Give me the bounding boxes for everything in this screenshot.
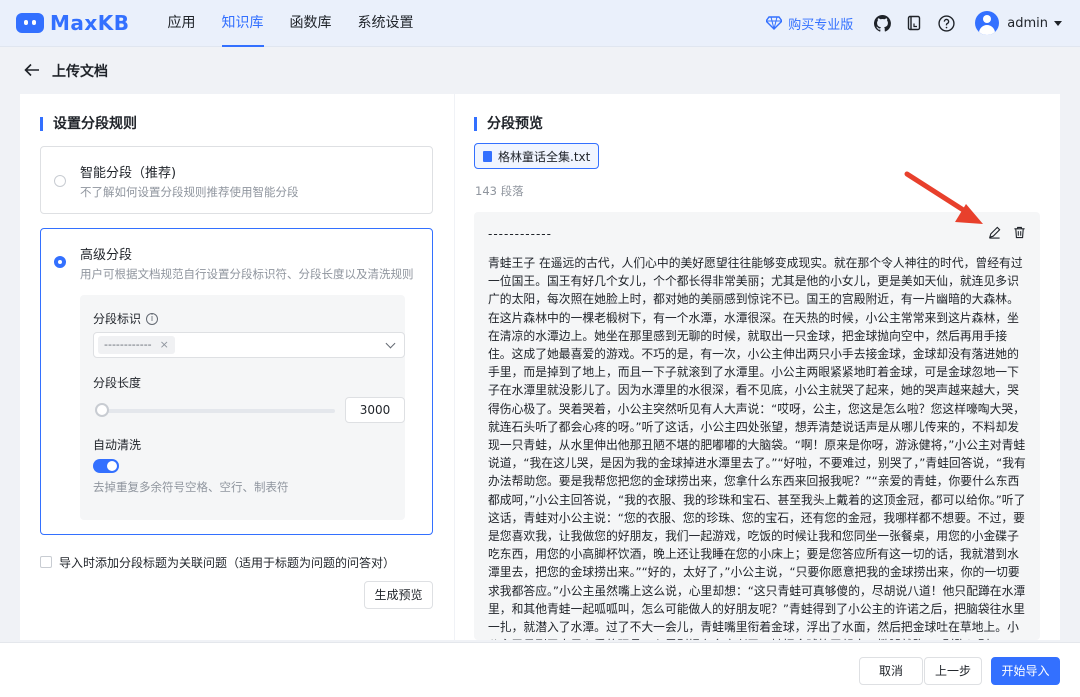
segment-rules-panel: 设置分段规则 智能分段（推荐) 不了解如何设置分段规则推荐使用智能分段 高级分段… xyxy=(20,94,454,640)
identifier-label: 分段标识 xyxy=(93,312,142,326)
segment-tools xyxy=(976,226,1026,239)
identifier-select[interactable]: ------------ × xyxy=(93,332,405,358)
header-right: 购买专业版 admin xyxy=(766,11,1062,35)
segment-preview-card: ------------ 青蛙王子 在遥远的古代，人们心中的美好愿望往往能够变成… xyxy=(474,212,1040,640)
page-title: 上传文档 xyxy=(52,64,108,80)
app-logo[interactable]: MaxKB xyxy=(16,11,130,35)
buy-pro-label: 购买专业版 xyxy=(788,17,854,33)
auto-clean-desc: 去掉重复多余符号空格、空行、制表符 xyxy=(93,480,289,494)
smart-segment-title: 智能分段（推荐) xyxy=(80,166,177,181)
nav-item-knowledge[interactable]: 知识库 xyxy=(221,0,264,47)
docs-book-icon[interactable] xyxy=(905,14,923,32)
advanced-segment-title: 高级分段 xyxy=(80,248,133,263)
diamond-icon xyxy=(766,16,783,30)
logo-text: MaxKB xyxy=(50,11,130,35)
info-icon[interactable]: i xyxy=(146,312,159,325)
chevron-down-icon[interactable] xyxy=(385,338,396,349)
segment-preview-title: 分段预览 xyxy=(474,117,543,131)
cancel-button[interactable]: 取消 xyxy=(859,657,923,685)
segment-content: 青蛙王子 在遥远的古代，人们心中的美好愿望往往能够变成现实。就在那个令人神往的时… xyxy=(488,256,1026,640)
segment-count: 143 段落 xyxy=(475,184,524,198)
nav-item-settings[interactable]: 系统设置 xyxy=(358,0,414,47)
segment-preview-panel: 分段预览 格林童话全集.txt 143 段落 ------------ 青蛙王子… xyxy=(455,94,1060,640)
file-name: 格林童话全集.txt xyxy=(498,149,591,164)
main-nav: 应用 知识库 函数库 系统设置 xyxy=(168,0,440,47)
advanced-settings-box: 分段标识 i ------------ × 分段长度 3000 自动清洗 去掉重… xyxy=(80,295,405,520)
length-slider-handle[interactable] xyxy=(95,403,109,417)
length-input[interactable]: 3000 xyxy=(345,397,405,423)
help-question-icon[interactable] xyxy=(937,14,955,32)
buy-pro-link[interactable]: 购买专业版 xyxy=(766,14,853,33)
auto-clean-label: 自动清洗 xyxy=(93,438,142,452)
top-header: MaxKB 应用 知识库 函数库 系统设置 购买专业版 admin xyxy=(0,0,1080,47)
start-import-button[interactable]: 开始导入 xyxy=(991,657,1060,685)
file-chip[interactable]: 格林童话全集.txt xyxy=(474,143,600,169)
identifier-label-row: 分段标识 i xyxy=(93,310,159,327)
previous-step-button[interactable]: 上一步 xyxy=(924,657,982,685)
github-icon[interactable] xyxy=(873,14,891,32)
nav-item-apps[interactable]: 应用 xyxy=(168,0,196,47)
add-title-question-checkbox[interactable] xyxy=(40,556,52,568)
length-slider-track[interactable] xyxy=(100,409,335,413)
advanced-segment-radio[interactable] xyxy=(54,256,66,268)
smart-segment-radio[interactable] xyxy=(54,175,66,187)
generate-preview-button[interactable]: 生成预览 xyxy=(364,581,433,609)
trash-icon[interactable] xyxy=(1013,226,1026,239)
smart-segment-desc: 不了解如何设置分段规则推荐使用智能分段 xyxy=(80,185,299,199)
user-avatar[interactable] xyxy=(975,11,1000,35)
segment-rules-title: 设置分段规则 xyxy=(40,117,137,131)
chevron-down-icon[interactable] xyxy=(1054,20,1062,26)
identifier-tag: ------------ × xyxy=(98,336,175,354)
document-icon xyxy=(483,150,492,162)
auto-clean-toggle[interactable] xyxy=(93,459,119,473)
add-title-question-label[interactable]: 导入时添加分段标题为关联问题（适用于标题为问题的问答对） xyxy=(59,554,395,571)
tag-close-icon[interactable]: × xyxy=(160,336,169,354)
segment-dash: ------------ xyxy=(488,227,552,241)
maxkb-logo-icon xyxy=(16,13,44,33)
identifier-tag-label: ------------ xyxy=(104,338,152,351)
nav-item-functions[interactable]: 函数库 xyxy=(290,0,332,47)
page-subbar: 上传文档 xyxy=(0,48,1080,94)
edit-pencil-icon[interactable] xyxy=(988,226,1001,239)
smart-segment-card[interactable]: 智能分段（推荐) 不了解如何设置分段规则推荐使用智能分段 xyxy=(40,146,433,214)
user-name[interactable]: admin xyxy=(1007,16,1048,31)
advanced-segment-card[interactable]: 高级分段 用户可根据文档规范自行设置分段标识符、分段长度以及清洗规则 分段标识 … xyxy=(40,228,433,535)
length-label: 分段长度 xyxy=(93,376,142,390)
advanced-segment-desc: 用户可根据文档规范自行设置分段标识符、分段长度以及清洗规则 xyxy=(80,267,414,281)
footer-bar: 取消 上一步 开始导入 xyxy=(0,642,1080,697)
arrow-left-icon[interactable] xyxy=(24,61,40,82)
